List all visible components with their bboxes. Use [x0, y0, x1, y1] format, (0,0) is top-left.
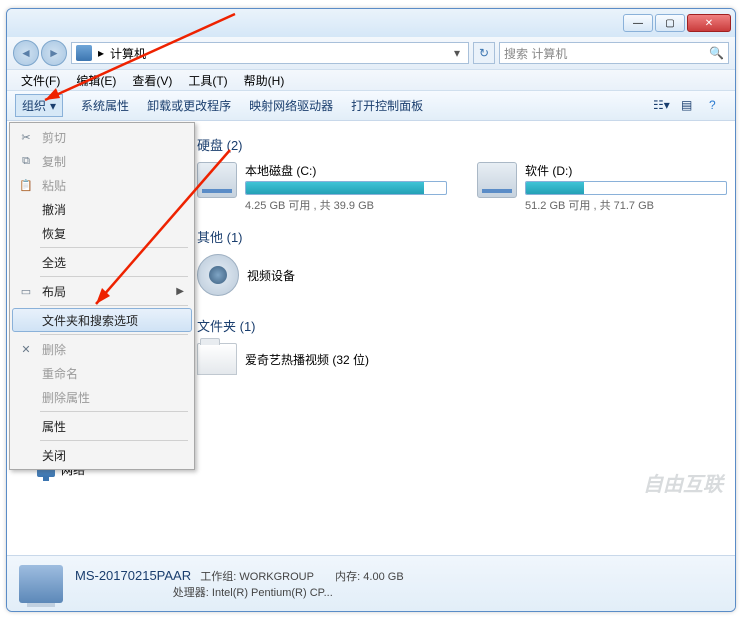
menu-item: 重命名	[12, 361, 192, 385]
submenu-arrow-icon: ▶	[176, 286, 184, 297]
drive-item[interactable]: 软件 (D:) 51.2 GB 可用 , 共 71.7 GB	[477, 162, 727, 213]
section-other: 其他 (1)	[197, 227, 727, 246]
address-dropdown-icon[interactable]: ▾	[450, 46, 464, 60]
menu-item-icon: ✕	[18, 341, 34, 357]
close-button[interactable]: ✕	[687, 14, 731, 32]
menu-item[interactable]: 全选	[12, 250, 192, 274]
menu-item: ⧉ 复制	[12, 149, 192, 173]
menu-item[interactable]: 关闭	[12, 443, 192, 467]
organize-button[interactable]: 组织▾	[15, 94, 63, 117]
menu-tools[interactable]: 工具(T)	[182, 70, 233, 91]
toolbar-control-panel[interactable]: 打开控制面板	[351, 97, 423, 114]
maximize-button[interactable]: ▢	[655, 14, 685, 32]
workgroup-value: WORKGROUP	[239, 571, 313, 583]
menu-item: 📋 粘贴	[12, 173, 192, 197]
menu-item-label: 重命名	[42, 365, 78, 382]
menu-item-label: 粘贴	[42, 177, 66, 194]
drive-usage-bar	[525, 181, 727, 195]
drive-item[interactable]: 本地磁盘 (C:) 4.25 GB 可用 , 共 39.9 GB	[197, 162, 447, 213]
title-bar: — ▢ ✕	[7, 9, 735, 37]
menu-item-label: 关闭	[42, 447, 66, 464]
cpu-label: 处理器:	[173, 587, 209, 599]
search-placeholder: 搜索 计算机	[504, 45, 567, 62]
menu-item-icon: ✂	[18, 129, 34, 145]
drive-free-text: 51.2 GB 可用 , 共 71.7 GB	[525, 197, 727, 213]
computer-large-icon	[19, 565, 63, 603]
drive-free-text: 4.25 GB 可用 , 共 39.9 GB	[245, 197, 447, 213]
device-item[interactable]: 视频设备	[197, 254, 447, 296]
folder-label: 爱奇艺热播视频 (32 位)	[245, 351, 369, 368]
menu-help[interactable]: 帮助(H)	[238, 70, 291, 91]
memory-label: 内存:	[335, 571, 360, 583]
menu-item-label: 复制	[42, 153, 66, 170]
organize-menu: ✂ 剪切 ⧉ 复制 📋 粘贴撤消恢复全选 ▭ 布局 ▶ 文件夹和搜索选项 ✕ 删除重命名删除属性属性关…	[9, 122, 195, 470]
folder-item[interactable]: 爱奇艺热播视频 (32 位)	[197, 343, 447, 375]
toolbar: 组织▾ 系统属性 卸载或更改程序 映射网络驱动器 打开控制面板 ☷▾ ▤ ?	[7, 91, 735, 121]
forward-button[interactable]: ►	[41, 40, 67, 66]
refresh-button[interactable]: ↻	[473, 42, 495, 64]
computer-name: MS-20170215PAAR	[75, 568, 191, 583]
menu-item-label: 撤消	[42, 201, 66, 218]
breadcrumb-arrow: ▸	[98, 46, 104, 60]
chevron-down-icon: ▾	[50, 99, 56, 113]
watermark: 自由互联	[643, 468, 723, 497]
menu-item-label: 删除	[42, 341, 66, 358]
search-input[interactable]: 搜索 计算机 🔍	[499, 42, 729, 64]
menu-item: 删除属性	[12, 385, 192, 409]
webcam-icon	[197, 254, 239, 296]
view-options-icon[interactable]: ☷▾	[653, 98, 671, 114]
section-folders: 文件夹 (1)	[197, 316, 727, 335]
help-icon[interactable]: ?	[709, 98, 727, 114]
preview-pane-icon[interactable]: ▤	[681, 98, 699, 114]
drive-usage-bar	[245, 181, 447, 195]
drive-name: 软件 (D:)	[525, 162, 727, 179]
folder-icon	[197, 343, 237, 375]
menu-item-label: 全选	[42, 254, 66, 271]
menu-item-label: 文件夹和搜索选项	[42, 312, 138, 329]
menu-item: ✂ 剪切	[12, 125, 192, 149]
details-pane: MS-20170215PAAR 工作组: WORKGROUP 内存: 4.00 …	[7, 555, 735, 611]
computer-icon	[76, 45, 92, 61]
search-icon[interactable]: 🔍	[709, 46, 724, 60]
toolbar-map-drive[interactable]: 映射网络驱动器	[249, 97, 333, 114]
content-area: ✂ 剪切 ⧉ 复制 📋 粘贴撤消恢复全选 ▭ 布局 ▶ 文件夹和搜索选项 ✕ 删除重命名删除属性属性关…	[7, 121, 735, 557]
menu-item-label: 剪切	[42, 129, 66, 146]
menu-item-label: 属性	[42, 418, 66, 435]
minimize-button[interactable]: —	[623, 14, 653, 32]
menu-item[interactable]: 文件夹和搜索选项	[12, 308, 192, 332]
menu-item[interactable]: ▭ 布局 ▶	[12, 279, 192, 303]
menu-item-label: 布局	[42, 283, 66, 300]
workgroup-label: 工作组:	[200, 571, 236, 583]
address-box[interactable]: ▸ 计算机 ▾	[71, 42, 469, 64]
menu-item: ✕ 删除	[12, 337, 192, 361]
menu-item-label: 删除属性	[42, 389, 90, 406]
section-hard-disks: 硬盘 (2)	[197, 135, 727, 154]
menu-file[interactable]: 文件(F)	[15, 70, 66, 91]
memory-value: 4.00 GB	[363, 571, 403, 583]
back-button[interactable]: ◄	[13, 40, 39, 66]
breadcrumb-location[interactable]: 计算机	[110, 45, 146, 62]
menu-item[interactable]: 属性	[12, 414, 192, 438]
explorer-window: — ▢ ✕ ◄ ► ▸ 计算机 ▾ ↻ 搜索 计算机 🔍 文件(F) 编辑(E)…	[6, 8, 736, 612]
menu-item[interactable]: 撤消	[12, 197, 192, 221]
menu-view[interactable]: 查看(V)	[126, 70, 178, 91]
menu-item-icon: 📋	[18, 177, 34, 193]
menu-edit[interactable]: 编辑(E)	[70, 70, 122, 91]
menu-item-icon: ⧉	[18, 153, 34, 169]
drive-icon	[477, 162, 517, 198]
drive-name: 本地磁盘 (C:)	[245, 162, 447, 179]
menu-item[interactable]: 恢复	[12, 221, 192, 245]
menu-item-icon: ▭	[18, 283, 34, 299]
address-bar: ◄ ► ▸ 计算机 ▾ ↻ 搜索 计算机 🔍	[7, 37, 735, 69]
cpu-value: Intel(R) Pentium(R) CP...	[212, 587, 333, 599]
drive-icon	[197, 162, 237, 198]
menu-bar: 文件(F) 编辑(E) 查看(V) 工具(T) 帮助(H)	[7, 69, 735, 91]
device-label: 视频设备	[247, 267, 295, 284]
toolbar-uninstall[interactable]: 卸载或更改程序	[147, 97, 231, 114]
menu-item-label: 恢复	[42, 225, 66, 242]
toolbar-system-properties[interactable]: 系统属性	[81, 97, 129, 114]
